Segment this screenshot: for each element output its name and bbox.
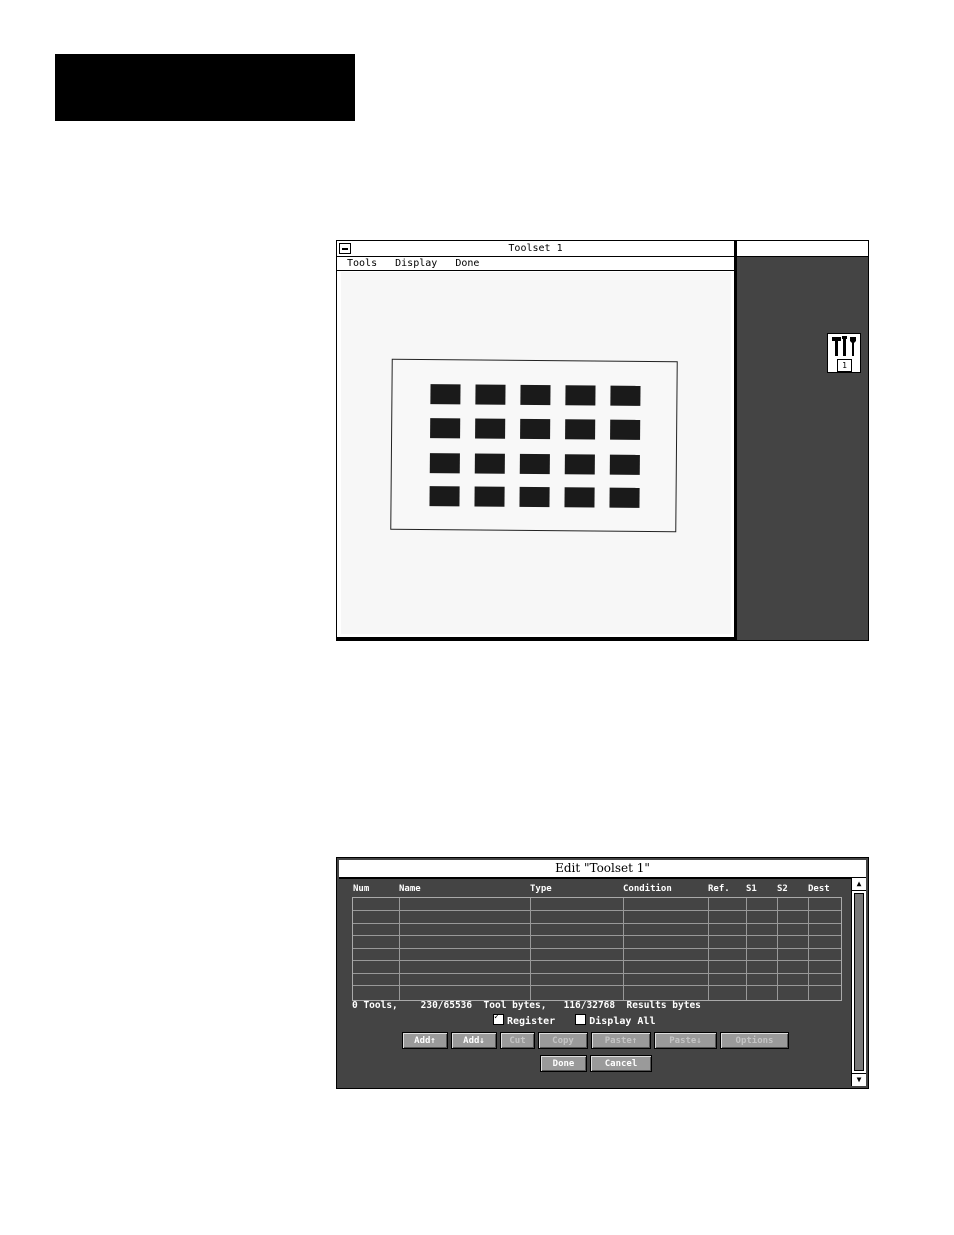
toolset-window: Toolset 1 Tools Display Done xyxy=(337,241,737,640)
column-divider xyxy=(399,898,400,1000)
display-all-label: Display All xyxy=(589,1016,656,1027)
cancel-button[interactable]: Cancel xyxy=(590,1055,652,1072)
register-label: Register xyxy=(507,1016,556,1027)
column-divider xyxy=(708,898,709,1000)
toolset-screenshot: Toolset 1 Tools Display Done 1 xyxy=(336,240,869,641)
toolset-number: 1 xyxy=(837,359,852,372)
column-headers: Num Name Type Condition Ref. S1 S2 Dest xyxy=(337,884,852,896)
col-type: Type xyxy=(530,884,552,894)
table-row xyxy=(353,935,841,936)
col-name: Name xyxy=(399,884,421,894)
dark-square xyxy=(565,385,596,406)
scroll-up-arrow-icon[interactable]: ▲ xyxy=(852,878,866,891)
dark-square xyxy=(610,419,641,440)
dark-square xyxy=(520,418,551,440)
column-divider xyxy=(623,898,624,1000)
display-all-checkbox[interactable] xyxy=(575,1014,587,1025)
toolset-desktop-icon[interactable]: 1 xyxy=(827,333,861,373)
dark-square xyxy=(475,384,506,405)
column-divider xyxy=(530,898,531,1000)
table-row xyxy=(353,960,841,961)
table-row xyxy=(353,948,841,949)
col-num: Num xyxy=(353,884,370,894)
col-ref: Ref. xyxy=(708,884,730,894)
col-s2: S2 xyxy=(777,884,788,894)
scroll-thumb[interactable] xyxy=(854,893,864,1071)
menu-display[interactable]: Display xyxy=(395,258,437,269)
menu-done[interactable]: Done xyxy=(455,258,479,269)
dark-square xyxy=(564,454,595,475)
paste-up-button[interactable]: Paste↑ xyxy=(591,1032,651,1049)
column-divider xyxy=(808,898,809,1000)
menu-tools[interactable]: Tools xyxy=(347,258,377,269)
paste-down-button[interactable]: Paste↓ xyxy=(654,1032,717,1049)
test-card xyxy=(390,358,678,533)
table-row xyxy=(353,985,841,986)
system-menu-icon[interactable] xyxy=(339,243,351,254)
dark-square xyxy=(430,418,461,439)
dark-square xyxy=(474,453,505,474)
done-button[interactable]: Done xyxy=(540,1055,587,1072)
dark-square xyxy=(429,453,460,474)
options-button[interactable]: Options xyxy=(720,1032,789,1049)
dark-square xyxy=(519,486,550,508)
add-down-button[interactable]: Add↓ xyxy=(451,1032,497,1049)
add-up-button[interactable]: Add↑ xyxy=(402,1032,448,1049)
dark-square xyxy=(564,487,595,508)
window-title: Toolset 1 xyxy=(508,243,563,254)
dark-square xyxy=(429,486,460,507)
col-dest: Dest xyxy=(808,884,830,894)
dark-square xyxy=(609,487,640,508)
dialog-title: Edit "Toolset 1" xyxy=(339,860,866,879)
vertical-scrollbar[interactable]: ▲ ▼ xyxy=(851,878,866,1086)
dark-square xyxy=(430,384,461,405)
scroll-down-arrow-icon[interactable]: ▼ xyxy=(852,1073,866,1086)
table-row xyxy=(353,973,841,974)
column-divider xyxy=(777,898,778,1000)
tools-table[interactable] xyxy=(352,897,842,1001)
dark-square xyxy=(610,385,641,406)
edit-toolset-dialog: Edit "Toolset 1" Num Name Type Condition… xyxy=(336,857,869,1089)
column-divider xyxy=(746,898,747,1000)
dark-square xyxy=(609,454,640,475)
table-row xyxy=(353,910,841,911)
dark-square xyxy=(475,418,506,439)
dark-square xyxy=(565,419,596,440)
tools-icon xyxy=(832,336,856,356)
register-checkbox[interactable] xyxy=(493,1012,504,1025)
window-title-bar: Toolset 1 xyxy=(337,241,734,257)
copy-button[interactable]: Copy xyxy=(538,1032,588,1049)
table-row xyxy=(353,923,841,924)
options-row: Register Display All xyxy=(493,1012,656,1027)
dark-square xyxy=(519,453,550,475)
camera-image xyxy=(341,272,731,634)
col-s1: S1 xyxy=(746,884,757,894)
chapter-header-bar xyxy=(55,54,355,121)
col-condition: Condition xyxy=(623,884,672,894)
status-line: 0 Tools, 230/65536 Tool bytes, 116/32768… xyxy=(352,1000,701,1011)
dark-square xyxy=(474,486,505,507)
cut-button[interactable]: Cut xyxy=(500,1032,535,1049)
menu-bar: Tools Display Done xyxy=(337,257,734,271)
dark-square xyxy=(520,384,551,406)
